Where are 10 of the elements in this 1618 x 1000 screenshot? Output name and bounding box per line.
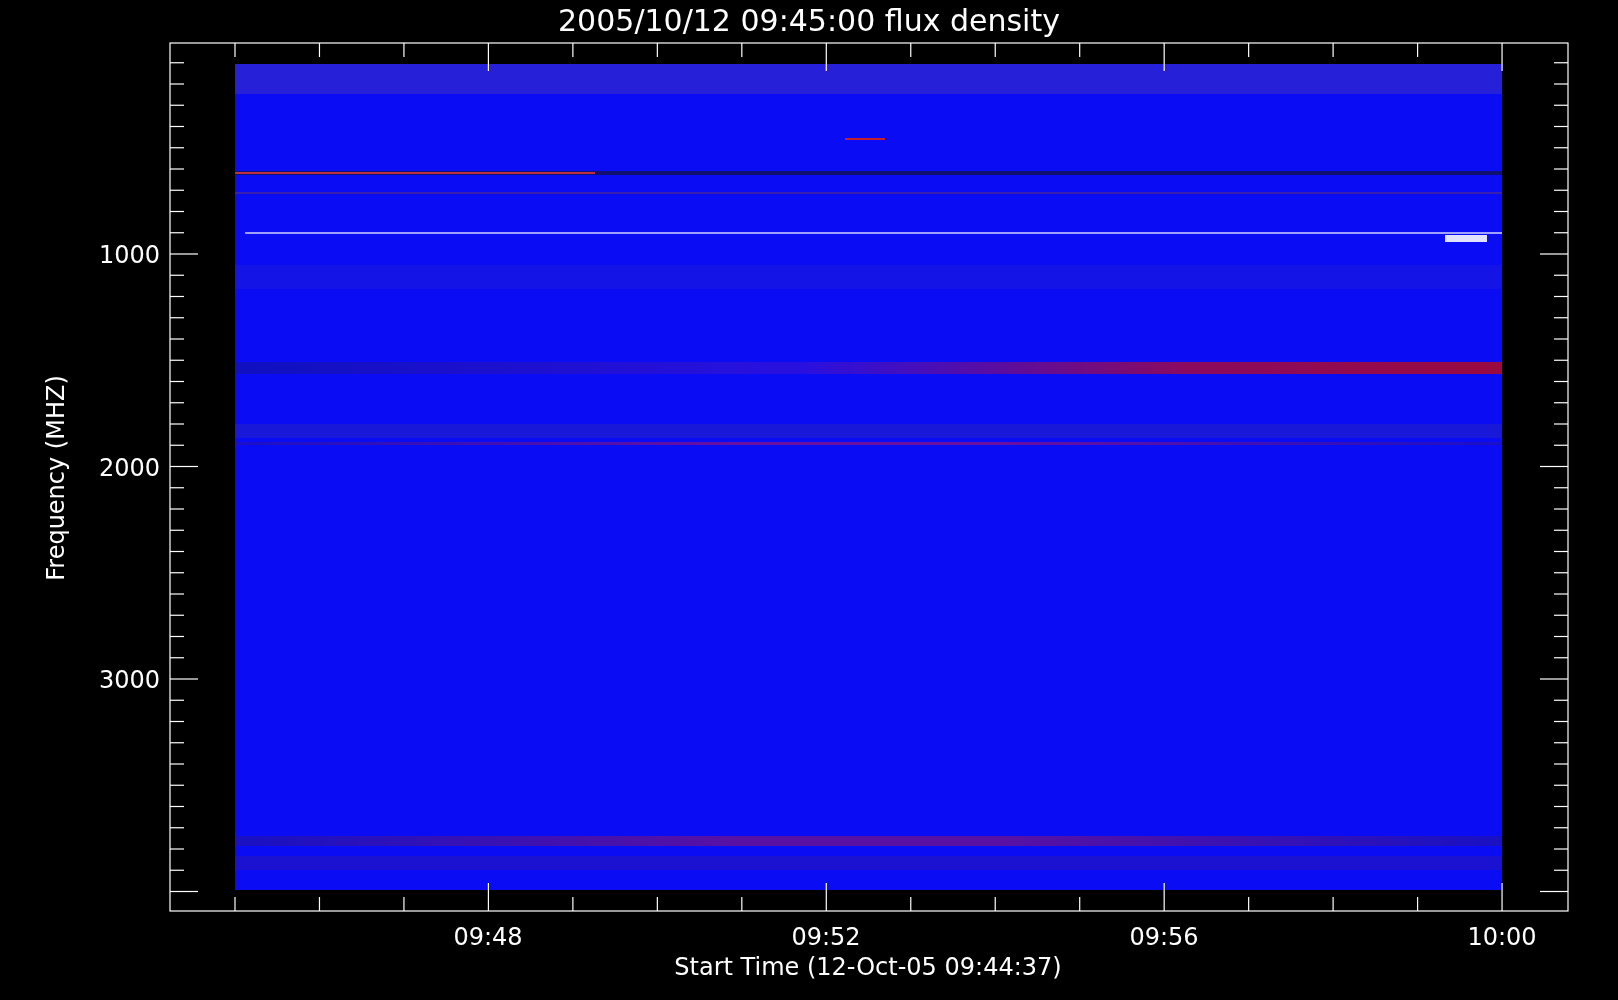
y-tick-label: 2000 — [98, 453, 160, 482]
x-tick-label: 09:48 — [453, 923, 523, 951]
plot-title: 2005/10/12 09:45:00 flux density — [558, 3, 1060, 38]
y-axis-label: Frequency (MHZ) — [42, 375, 70, 581]
x-tick-label: 10:00 — [1467, 923, 1537, 951]
x-tick-label: 09:56 — [1129, 923, 1199, 951]
x-axis-label: Start Time (12-Oct-05 09:44:37) — [674, 953, 1062, 981]
y-tick-label: 3000 — [98, 666, 160, 694]
y-tick-label: 1000 — [98, 241, 160, 269]
x-tick-label: 09:52 — [791, 923, 861, 951]
